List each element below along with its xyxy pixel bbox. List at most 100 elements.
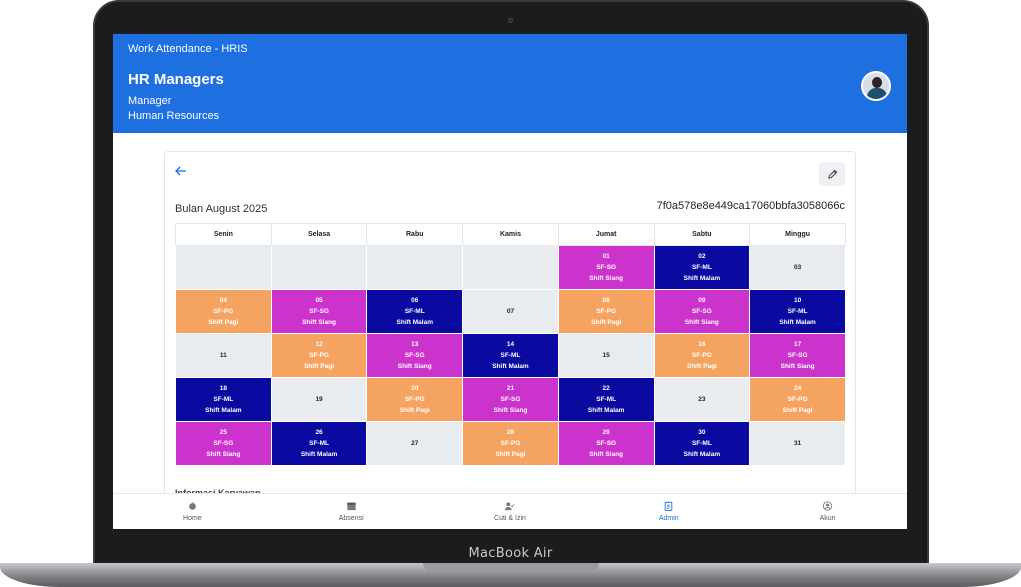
calendar-day-cell[interactable]: 27 bbox=[366, 421, 464, 466]
calendar-day-cell[interactable]: 28 SF-PG Shift Pagi bbox=[462, 421, 559, 466]
calendar-day-cell[interactable]: 01 SF-SG Shift Siang bbox=[557, 245, 655, 290]
calendar-week-row: 01 SF-SG Shift Siang 02 SF-ML Shift Malam 03 bbox=[175, 245, 846, 290]
calendar-day-cell[interactable]: 13 SF-SG Shift Siang bbox=[366, 333, 464, 378]
calendar-day-cell[interactable]: 26 SF-ML Shift Malam bbox=[270, 421, 368, 466]
nav-item-home[interactable]: Home bbox=[113, 494, 272, 529]
calendar-day-cell[interactable]: 20 SF-PG Shift Pagi bbox=[366, 377, 464, 422]
day-number: 31 bbox=[793, 440, 802, 447]
calendar-day-cell[interactable]: 04 SF-PG Shift Pagi bbox=[175, 289, 272, 334]
calendar-empty-cell bbox=[270, 245, 368, 290]
day-number: 26 bbox=[315, 429, 323, 436]
shift-code: SF-ML bbox=[691, 440, 712, 447]
clipboard-icon bbox=[664, 501, 673, 511]
nav-item-absensi[interactable]: Absensi bbox=[272, 494, 431, 529]
pencil-icon bbox=[827, 169, 837, 179]
calendar-week-row: 04 SF-PG Shift Pagi 05 SF-SG Shift Siang 06 SF-… bbox=[175, 289, 846, 334]
app-title: Work Attendance - HRIS bbox=[128, 43, 248, 55]
calendar-day-cell[interactable]: 29 SF-SG Shift Siang bbox=[557, 421, 655, 466]
edit-button[interactable] bbox=[819, 162, 845, 186]
calendar-day-cell[interactable]: 15 bbox=[557, 333, 655, 378]
shift-code: SF-SG bbox=[500, 396, 521, 403]
calendar-day-cell[interactable]: 17 SF-SG Shift Siang bbox=[749, 333, 846, 378]
calendar-empty-cell bbox=[366, 245, 464, 290]
shift-name: Shift Pagi bbox=[686, 363, 717, 370]
back-arrow-icon[interactable] bbox=[175, 165, 189, 179]
calendar-day-cell[interactable]: 06 SF-ML Shift Malam bbox=[366, 289, 464, 334]
calendar-day-cell[interactable]: 31 bbox=[749, 421, 846, 466]
calendar-day-cell[interactable]: 09 SF-SG Shift Siang bbox=[653, 289, 751, 334]
shift-code: SF-SG bbox=[309, 308, 329, 315]
day-number: 24 bbox=[793, 385, 802, 392]
calendar-day-cell[interactable]: 11 bbox=[175, 333, 272, 378]
day-number: 03 bbox=[793, 264, 802, 271]
calendar-day-cell[interactable]: 18 SF-ML Shift Malam bbox=[175, 377, 272, 422]
day-number: 22 bbox=[602, 385, 610, 392]
day-number: 14 bbox=[506, 341, 515, 348]
calendar-icon bbox=[347, 502, 356, 511]
calendar-day-cell[interactable]: 30 SF-ML Shift Malam bbox=[653, 421, 751, 466]
user-department: Human Resources bbox=[128, 110, 220, 122]
calendar-day-cell[interactable]: 07 bbox=[462, 289, 559, 334]
weekday-header: Selasa bbox=[270, 223, 368, 246]
shift-name: Shift Siang bbox=[589, 451, 624, 458]
day-number: 11 bbox=[219, 352, 227, 359]
nav-item-akun[interactable]: Akun bbox=[748, 494, 907, 529]
bottom-nav: Home Absensi Cuti & Izin Admin Akun bbox=[113, 493, 907, 529]
shift-name: Shift Malam bbox=[300, 451, 338, 458]
camera-icon bbox=[508, 18, 513, 23]
day-number: 20 bbox=[411, 385, 419, 392]
laptop-notch bbox=[423, 563, 599, 572]
day-number: 16 bbox=[698, 341, 706, 348]
user-circle-icon bbox=[822, 501, 833, 511]
nav-label: Home bbox=[183, 515, 202, 522]
weekday-header: Sabtu bbox=[653, 223, 751, 246]
calendar-day-cell[interactable]: 16 SF-PG Shift Pagi bbox=[653, 333, 751, 378]
nav-item-cuti-izin[interactable]: Cuti & Izin bbox=[431, 494, 590, 529]
shift-calendar: Senin Selasa Rabu Kamis Jumat Sabtu Ming… bbox=[175, 223, 846, 466]
calendar-day-cell[interactable]: 02 SF-ML Shift Malam bbox=[653, 245, 751, 290]
shift-code: SF-SG bbox=[404, 352, 425, 359]
calendar-day-cell[interactable]: 24 SF-PG Shift Pagi bbox=[749, 377, 846, 422]
shift-name: Shift Siang bbox=[493, 407, 528, 414]
day-number: 25 bbox=[219, 429, 227, 436]
day-number: 01 bbox=[602, 253, 610, 260]
day-number: 28 bbox=[506, 429, 515, 436]
calendar-day-cell[interactable]: 03 bbox=[749, 245, 846, 290]
avatar[interactable] bbox=[861, 71, 891, 101]
shift-name: Shift Pagi bbox=[591, 319, 622, 326]
calendar-day-cell[interactable]: 05 SF-SG Shift Siang bbox=[270, 289, 368, 334]
shift-name: Shift Malam bbox=[492, 363, 529, 370]
nav-label: Akun bbox=[819, 515, 836, 522]
device-brand: MacBook Air bbox=[468, 546, 553, 561]
calendar-day-cell[interactable]: 10 SF-ML Shift Malam bbox=[749, 289, 846, 334]
day-number: 19 bbox=[315, 396, 323, 403]
calendar-day-cell[interactable]: 19 bbox=[270, 377, 368, 422]
shift-code: SF-SG bbox=[596, 264, 617, 271]
user-name: HR Managers bbox=[128, 71, 224, 88]
calendar-day-cell[interactable]: 14 SF-ML Shift Malam bbox=[462, 333, 559, 378]
calendar-empty-cell bbox=[462, 245, 559, 290]
weekday-header: Senin bbox=[175, 223, 272, 246]
shift-name: Shift Malam bbox=[683, 451, 721, 458]
day-number: 21 bbox=[506, 385, 515, 392]
nav-label: Admin bbox=[658, 515, 679, 522]
shift-name: Shift Malam bbox=[683, 275, 721, 282]
shift-code: SF-ML bbox=[787, 308, 808, 315]
shift-name: Shift Malam bbox=[587, 407, 625, 414]
calendar-day-cell[interactable]: 12 SF-PG Shift Pagi bbox=[270, 333, 368, 378]
day-number: 08 bbox=[602, 297, 610, 304]
day-number: 12 bbox=[315, 341, 323, 348]
day-number: 27 bbox=[411, 440, 419, 447]
calendar-day-cell[interactable]: 22 SF-ML Shift Malam bbox=[557, 377, 655, 422]
shift-name: Shift Siang bbox=[684, 319, 719, 326]
calendar-week-row: 25 SF-SG Shift Siang 26 SF-ML Shift Malam 27 28… bbox=[175, 421, 846, 466]
calendar-day-cell[interactable]: 23 bbox=[653, 377, 751, 422]
shift-name: Shift Malam bbox=[779, 319, 816, 326]
day-number: 13 bbox=[411, 341, 419, 348]
calendar-day-cell[interactable]: 25 SF-SG Shift Siang bbox=[175, 421, 272, 466]
calendar-day-cell[interactable]: 21 SF-SG Shift Siang bbox=[462, 377, 559, 422]
nav-label: Absensi bbox=[338, 515, 364, 522]
calendar-day-cell[interactable]: 08 SF-PG Shift Pagi bbox=[557, 289, 655, 334]
home-icon bbox=[189, 501, 196, 510]
nav-item-admin[interactable]: Admin bbox=[589, 494, 748, 529]
